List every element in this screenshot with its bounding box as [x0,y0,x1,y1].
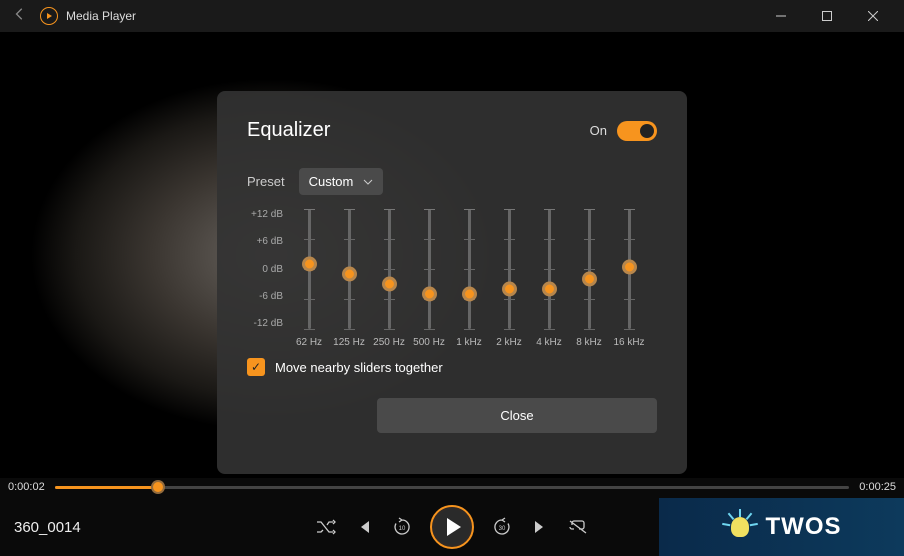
eq-band-label: 62 Hz [296,337,322,348]
eq-slider-thumb[interactable] [622,259,637,274]
eq-slider-thumb[interactable] [342,267,357,282]
eq-slider-thumb[interactable] [302,257,317,272]
eq-scale: +12 dB +6 dB 0 dB -6 dB -12 dB [247,209,289,329]
eq-band: 250 Hz [369,209,409,348]
eq-band-label: 1 kHz [456,337,482,348]
prev-button[interactable] [354,517,374,537]
next-button[interactable] [530,517,550,537]
arrow-left-icon [13,7,27,21]
eq-slider-thumb[interactable] [422,287,437,302]
eq-slider-thumb[interactable] [502,281,517,296]
svg-text:30: 30 [499,526,506,532]
scale-label: +6 dB [247,236,283,247]
equalizer-dialog: Equalizer On Preset Custom +12 dB +6 dB … [217,91,687,474]
eq-band: 16 kHz [609,209,649,348]
eq-slider[interactable] [628,209,631,329]
preset-dropdown[interactable]: Custom [299,168,384,195]
eq-slider[interactable] [308,209,311,329]
eq-band-label: 500 Hz [413,337,445,348]
watermark-text: TWOS [766,513,842,541]
seek-slider[interactable] [55,486,850,489]
move-sliders-label: Move nearby sliders together [275,360,443,375]
skip-back-button[interactable]: 10 [392,517,412,537]
eq-band-label: 8 kHz [576,337,602,348]
eq-band-label: 16 kHz [613,337,644,348]
back-button[interactable] [8,7,32,26]
preset-label: Preset [247,174,285,189]
skip-next-icon [532,519,548,535]
chevron-down-icon [363,179,373,185]
eq-band-label: 2 kHz [496,337,522,348]
preset-value: Custom [309,174,354,189]
eq-slider[interactable] [348,209,351,329]
eq-slider[interactable] [588,209,591,329]
close-icon [868,11,878,21]
eq-band: 8 kHz [569,209,609,348]
eq-band: 4 kHz [529,209,569,348]
eq-slider-thumb[interactable] [462,287,477,302]
skip-fwd-button[interactable]: 30 [492,517,512,537]
maximize-icon [822,11,832,21]
repeat-off-button[interactable] [568,517,588,537]
move-sliders-checkbox[interactable]: ✓ [247,358,265,376]
equalizer-on-label: On [590,123,607,138]
titlebar: Media Player [0,0,904,32]
progress-row: 0:00:02 0:00:25 [0,478,904,496]
scale-label: +12 dB [247,209,283,220]
maximize-button[interactable] [804,0,850,32]
eq-slider[interactable] [388,209,391,329]
eq-slider-thumb[interactable] [382,277,397,292]
app-icon [40,7,58,25]
eq-band: 500 Hz [409,209,449,348]
repeat-off-icon [568,519,588,535]
eq-slider[interactable] [508,209,511,329]
shuffle-button[interactable] [316,517,336,537]
eq-band-label: 4 kHz [536,337,562,348]
scale-label: -6 dB [247,291,283,302]
scale-label: -12 dB [247,318,283,329]
eq-band: 2 kHz [489,209,529,348]
close-window-button[interactable] [850,0,896,32]
skip-back-icon: 10 [392,517,412,537]
eq-band-label: 250 Hz [373,337,405,348]
eq-band-label: 125 Hz [333,337,365,348]
file-name: 360_0014 [14,519,81,536]
eq-band: 125 Hz [329,209,369,348]
eq-slider[interactable] [468,209,471,329]
eq-band: 62 Hz [289,209,329,348]
equalizer-toggle[interactable] [617,121,657,141]
scale-label: 0 dB [247,264,283,275]
eq-band: 1 kHz [449,209,489,348]
watermark: TWOS [659,498,904,556]
dialog-title: Equalizer [247,119,330,142]
app-title: Media Player [66,9,136,23]
eq-slider-thumb[interactable] [582,272,597,287]
skip-prev-icon [356,519,372,535]
eq-slider-thumb[interactable] [542,281,557,296]
minimize-icon [776,11,786,21]
total-time: 0:00:25 [859,481,896,493]
elapsed-time: 0:00:02 [8,481,45,493]
play-button[interactable] [430,505,474,549]
shuffle-icon [316,519,336,535]
eq-slider[interactable] [548,209,551,329]
close-button[interactable]: Close [377,398,657,433]
svg-text:10: 10 [399,526,406,532]
lightbulb-icon [722,509,758,545]
eq-slider[interactable] [428,209,431,329]
minimize-button[interactable] [758,0,804,32]
skip-fwd-icon: 30 [492,517,512,537]
